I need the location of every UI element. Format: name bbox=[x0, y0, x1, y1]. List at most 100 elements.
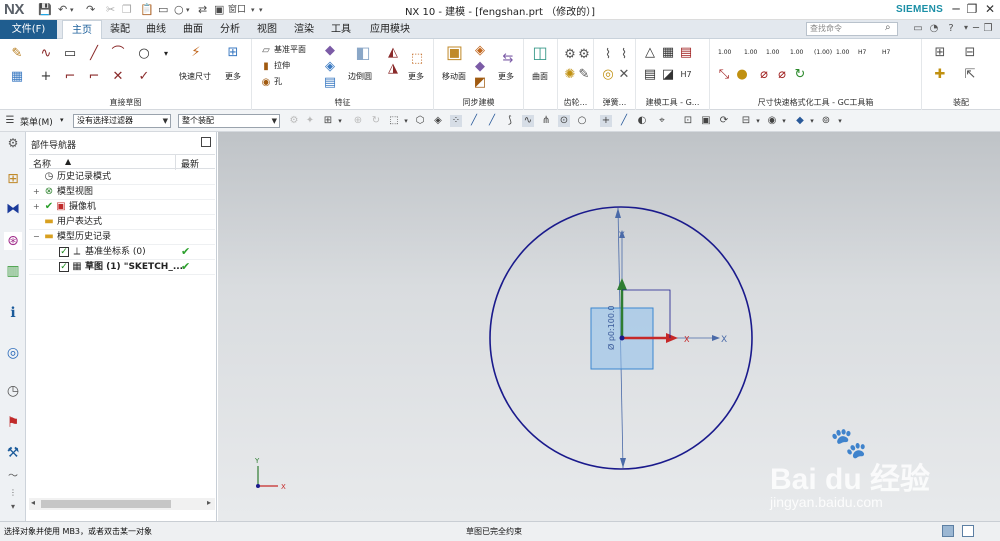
fillet-icon[interactable]: ⌐ bbox=[62, 69, 78, 85]
dim-format-6[interactable]: 1.00 bbox=[836, 49, 849, 56]
role-icon[interactable]: ◔ bbox=[928, 23, 940, 34]
quick-dimension-label[interactable]: 快速尺寸 bbox=[179, 71, 211, 82]
assembly-constraint-icon[interactable]: ⊟ bbox=[962, 45, 978, 61]
gear-bevel-icon[interactable]: ⚙ bbox=[576, 47, 592, 63]
view-fit-icon[interactable]: ⊡ bbox=[682, 115, 694, 127]
expand-icon[interactable]: + bbox=[33, 185, 40, 199]
spring-disk-icon[interactable]: ⌇ bbox=[616, 47, 632, 63]
extrude-icon[interactable]: ▮ bbox=[258, 59, 274, 75]
tab-view[interactable]: 视图 bbox=[249, 20, 285, 39]
minimize-icon[interactable]: ─ bbox=[948, 1, 964, 17]
view-orient-icon[interactable]: ⊟ bbox=[740, 115, 752, 127]
ribbon-options-icon[interactable]: ▭ bbox=[912, 23, 924, 34]
display-options-dropdown-icon[interactable]: ▾ bbox=[834, 115, 846, 127]
circle-dropdown-icon[interactable]: ▾ bbox=[186, 3, 190, 17]
body-select-icon[interactable]: ◈ bbox=[432, 115, 444, 127]
point-icon[interactable]: + bbox=[38, 69, 54, 85]
reuse-library-icon[interactable]: ▥ bbox=[4, 262, 22, 280]
switch-window-icon[interactable]: ⇄ bbox=[198, 3, 207, 17]
hole-label[interactable]: 孔 bbox=[274, 76, 282, 87]
column-latest-header[interactable]: 最新 bbox=[181, 157, 199, 170]
origin-point[interactable] bbox=[619, 335, 625, 341]
snap-on-surface-icon[interactable]: ◐ bbox=[636, 115, 648, 127]
line-icon[interactable]: ╱ bbox=[86, 46, 102, 62]
spring-cyl-icon[interactable]: ⌇ bbox=[600, 47, 616, 63]
dim-format-3[interactable]: 1.00 bbox=[766, 49, 779, 56]
process-studio-icon[interactable]: ⚑ bbox=[4, 414, 22, 432]
datum-plane-icon[interactable]: ▱ bbox=[258, 43, 274, 59]
show-hide-icon[interactable]: ⊕ bbox=[352, 115, 364, 127]
arc-icon[interactable]: ⌒ bbox=[110, 46, 126, 62]
search-icon[interactable]: ⌕ bbox=[885, 22, 891, 33]
scroll-down-icon[interactable]: ▾ bbox=[4, 498, 22, 516]
snap-quadrant-icon[interactable]: ○ bbox=[576, 115, 588, 127]
undo-icon[interactable]: ↶ bbox=[58, 3, 67, 17]
add-component-icon[interactable]: ⊞ bbox=[932, 45, 948, 61]
hole-icon[interactable]: ◉ bbox=[258, 75, 274, 91]
snap-mid-icon[interactable]: ╱ bbox=[486, 115, 498, 127]
draft-icon[interactable]: ◮ bbox=[385, 61, 401, 77]
dim-refresh-icon[interactable]: ↻ bbox=[792, 67, 808, 83]
rect-select-icon[interactable]: ⬚ bbox=[388, 115, 400, 127]
type-filter-select[interactable]: 没有选择过滤器 ▼ bbox=[73, 114, 171, 128]
snap-end-icon[interactable]: ╱ bbox=[468, 115, 480, 127]
snap-bounded-icon[interactable]: ⌖ bbox=[656, 115, 668, 127]
view-rotate-icon[interactable]: ⟳ bbox=[718, 115, 730, 127]
menu-button[interactable]: 菜单(M) bbox=[20, 115, 53, 128]
reset-filter-icon[interactable]: ↻ bbox=[370, 115, 382, 127]
datum-plane-label[interactable]: 基准平面 bbox=[274, 44, 306, 55]
dim-format-5[interactable]: (1.00) bbox=[814, 49, 832, 56]
layer-icon[interactable]: ◆ bbox=[794, 115, 806, 127]
view-orient-dropdown-icon[interactable]: ▾ bbox=[752, 115, 764, 127]
unite-icon[interactable]: ◆ bbox=[322, 43, 338, 59]
move-face-label[interactable]: 移动面 bbox=[442, 71, 466, 82]
more-sync-icon[interactable]: ⇆ bbox=[500, 51, 516, 67]
doc-restore-icon[interactable]: ❐ bbox=[982, 23, 994, 34]
close-icon[interactable]: ✕ bbox=[982, 1, 998, 17]
move-face-icon[interactable]: ▣ bbox=[446, 44, 463, 62]
web-browser-icon[interactable]: ◎ bbox=[4, 344, 22, 362]
rect-select-dropdown-icon[interactable]: ▾ bbox=[400, 115, 412, 127]
tab-surface[interactable]: 曲面 bbox=[175, 20, 211, 39]
snap-point-icon[interactable]: ⁘ bbox=[450, 115, 462, 127]
info-icon[interactable]: ℹ bbox=[4, 304, 22, 322]
more-feature-label[interactable]: 更多 bbox=[408, 71, 424, 82]
help-icon[interactable]: ? bbox=[945, 23, 957, 34]
spreadsheet-tool-icon[interactable]: ▤ bbox=[678, 45, 694, 61]
display-options-icon[interactable]: ⊚ bbox=[820, 115, 832, 127]
select-all-dropdown-icon[interactable]: ▾ bbox=[334, 115, 346, 127]
cut-icon[interactable]: ✂ bbox=[106, 3, 115, 17]
chamfer-feature-icon[interactable]: ◭ bbox=[385, 45, 401, 61]
shell-icon[interactable]: ◈ bbox=[322, 59, 338, 75]
dim-diameter2-icon[interactable]: ⌀ bbox=[774, 67, 790, 83]
more-sync-label[interactable]: 更多 bbox=[498, 71, 514, 82]
dim-format-7[interactable]: H7 bbox=[858, 49, 866, 56]
restore-icon[interactable]: ❐ bbox=[964, 1, 980, 17]
navigator-maximize-icon[interactable] bbox=[201, 137, 211, 147]
snap-existing-point-icon[interactable]: + bbox=[600, 115, 612, 127]
more-sketch-label[interactable]: 更多 bbox=[225, 71, 241, 82]
assembly-navigator-icon[interactable]: ⊞ bbox=[4, 170, 22, 188]
more-feature-icon[interactable]: ⬚ bbox=[409, 51, 425, 67]
menu-dropdown-icon[interactable]: ▾ bbox=[60, 116, 64, 124]
dim-format-1[interactable]: 1.00 bbox=[718, 49, 731, 56]
select-all-icon[interactable]: ⊞ bbox=[322, 115, 334, 127]
collapse-icon[interactable]: − bbox=[33, 230, 40, 244]
extend-icon[interactable]: ✓ bbox=[136, 69, 152, 85]
visibility-checkbox[interactable]: ✓ bbox=[59, 247, 69, 257]
snap-on-curve-icon[interactable]: ╱ bbox=[618, 115, 630, 127]
selection-scope-select[interactable]: 整个装配 ▼ bbox=[178, 114, 280, 128]
menu-icon[interactable]: ☰ bbox=[4, 115, 16, 127]
tab-applications[interactable]: 应用模块 bbox=[362, 20, 418, 39]
roles-icon[interactable]: ⚒ bbox=[4, 444, 22, 462]
tolerance-tool-icon[interactable]: H7 bbox=[678, 67, 694, 83]
pull-face-icon[interactable]: ◈ bbox=[472, 43, 488, 59]
tab-home[interactable]: 主页 bbox=[62, 20, 102, 40]
dim-point-icon[interactable]: ● bbox=[734, 67, 750, 83]
part-navigator-icon[interactable]: ⊛ bbox=[4, 232, 22, 250]
trim-icon[interactable]: ✕ bbox=[110, 69, 126, 85]
file-menu[interactable]: 文件(F) bbox=[0, 20, 57, 39]
dim-format-2[interactable]: 1.00 bbox=[744, 49, 757, 56]
constraint-navigator-icon[interactable]: ⧓ bbox=[4, 200, 22, 218]
triangle-tool-icon[interactable]: △ bbox=[642, 45, 658, 61]
